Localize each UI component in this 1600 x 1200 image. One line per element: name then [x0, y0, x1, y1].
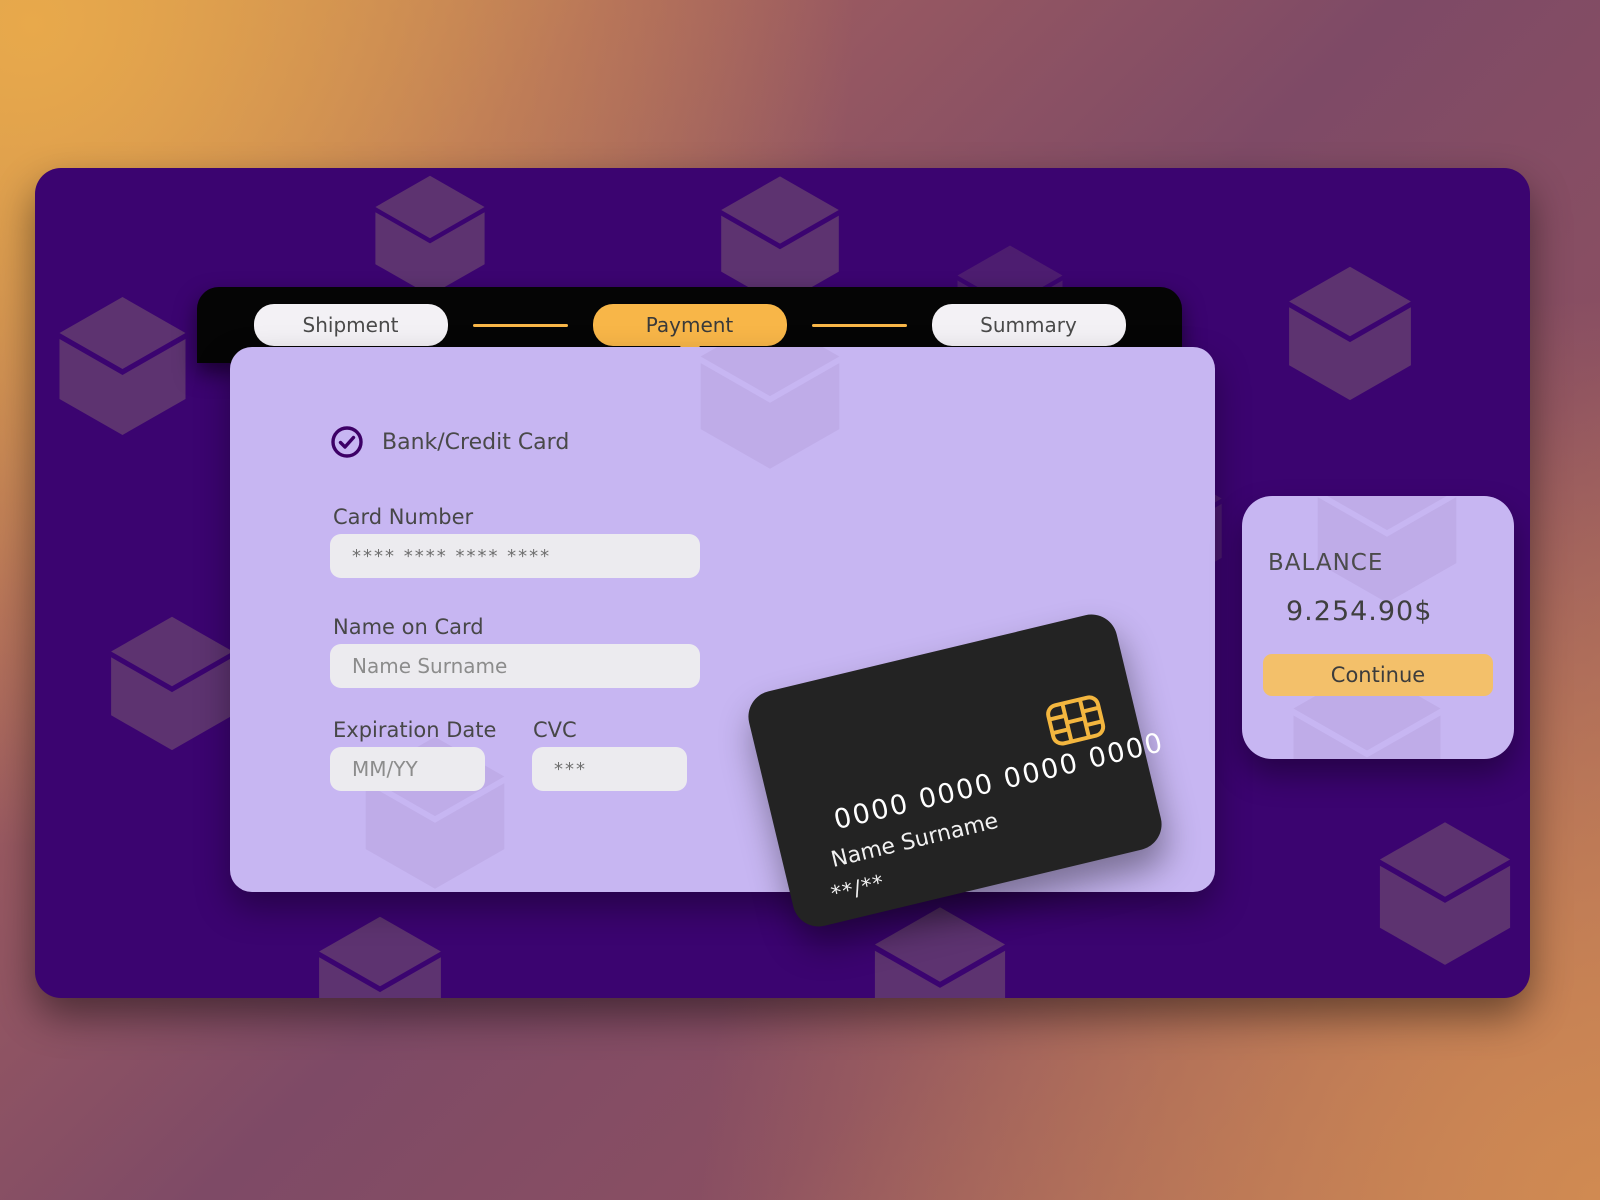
- decorative-cube: [45, 288, 200, 438]
- stepper-connector: [472, 323, 568, 327]
- page-background: Shipment Payment Summary Bank/Credit Car…: [0, 0, 1600, 1200]
- check-circle-icon: [330, 425, 364, 459]
- credit-card-number: 0000 0000 0000 0000: [830, 726, 1168, 837]
- stepper-step-summary[interactable]: Summary: [931, 304, 1126, 346]
- card-number-input[interactable]: **** **** **** ****: [330, 534, 700, 578]
- expiration-date-input[interactable]: MM/YY: [330, 747, 485, 791]
- decorative-cube: [1365, 813, 1525, 968]
- balance-amount: 9.254.90$: [1286, 596, 1433, 627]
- cvc-input[interactable]: ***: [532, 747, 687, 791]
- chip-icon: [1043, 693, 1108, 749]
- decorative-cube: [685, 347, 855, 476]
- expiration-date-placeholder: MM/YY: [352, 757, 418, 781]
- cvc-label: CVC: [533, 718, 577, 742]
- balance-panel: BALANCE 9.254.90$ Continue: [1242, 496, 1514, 759]
- payment-method-label: Bank/Credit Card: [382, 429, 570, 455]
- decorative-cube: [1275, 258, 1425, 403]
- card-number-placeholder: **** **** **** ****: [352, 545, 552, 567]
- stepper-step-payment[interactable]: Payment: [592, 304, 787, 346]
- card-number-label: Card Number: [333, 505, 474, 529]
- payment-method-option[interactable]: Bank/Credit Card: [330, 425, 569, 459]
- expiration-date-label: Expiration Date: [333, 718, 497, 742]
- credit-card-expiry: **/**: [828, 869, 887, 906]
- stepper-connector: [811, 323, 907, 327]
- cvc-placeholder: ***: [554, 758, 587, 780]
- decorative-cube: [860, 898, 1020, 998]
- name-on-card-input[interactable]: Name Surname: [330, 644, 700, 688]
- decorative-cube: [305, 908, 455, 998]
- balance-title: BALANCE: [1268, 550, 1384, 576]
- continue-button[interactable]: Continue: [1263, 654, 1493, 696]
- name-on-card-placeholder: Name Surname: [352, 654, 508, 678]
- decorative-cube: [360, 168, 500, 298]
- stepper-steps: Shipment Payment Summary: [253, 304, 1126, 346]
- app-container: Shipment Payment Summary Bank/Credit Car…: [35, 168, 1530, 998]
- name-on-card-label: Name on Card: [333, 615, 484, 639]
- stepper-step-shipment[interactable]: Shipment: [253, 304, 448, 346]
